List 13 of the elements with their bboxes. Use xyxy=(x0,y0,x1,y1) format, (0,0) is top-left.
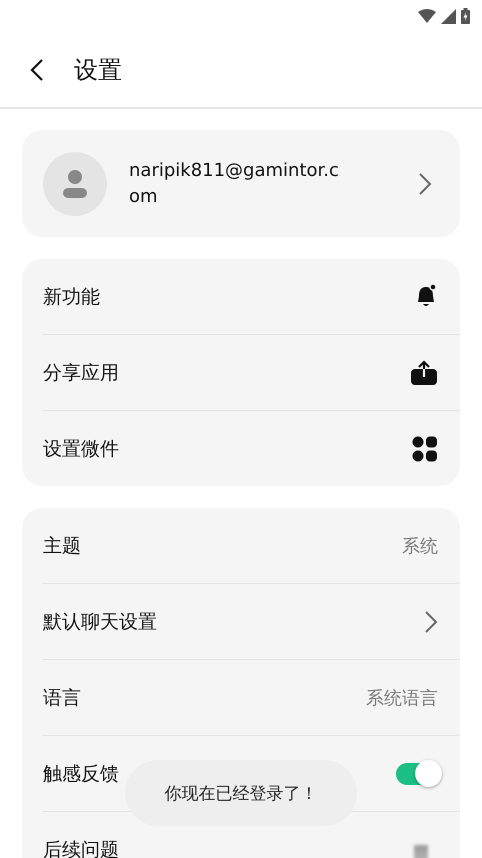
item-value: 系统 xyxy=(402,534,438,558)
item-label: 触感反馈 xyxy=(43,762,119,786)
item-label: 主题 xyxy=(43,534,81,558)
item-label: 默认聊天设置 xyxy=(43,610,157,634)
item-label: 后续问题 xyxy=(43,838,119,858)
item-label: 新功能 xyxy=(43,284,100,310)
account-email: naripik811@gamintor.com xyxy=(129,159,339,208)
item-value: 系统语言 xyxy=(366,686,438,710)
page-title: 设置 xyxy=(74,54,122,86)
item-label: 语言 xyxy=(43,686,81,710)
item-label: 分享应用 xyxy=(43,360,119,386)
item-label: 设置微件 xyxy=(43,436,119,462)
login-toast: 你现在已经登录了！ xyxy=(125,760,357,826)
